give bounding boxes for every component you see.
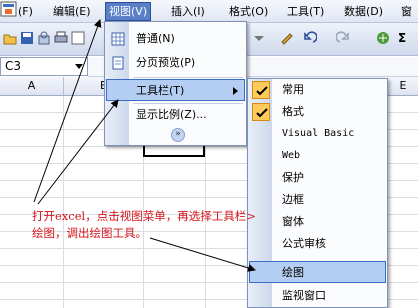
instruction-annotation: 打开excel，点击视图菜单，再选择工具栏>绘图，调出绘图工具。 [32, 209, 256, 240]
arrow-to-view-menu [33, 19, 102, 203]
arrow-to-toolbars-item [37, 99, 119, 205]
annotation-arrows [33, 19, 256, 272]
arrow-to-drawing-item [149, 237, 256, 272]
